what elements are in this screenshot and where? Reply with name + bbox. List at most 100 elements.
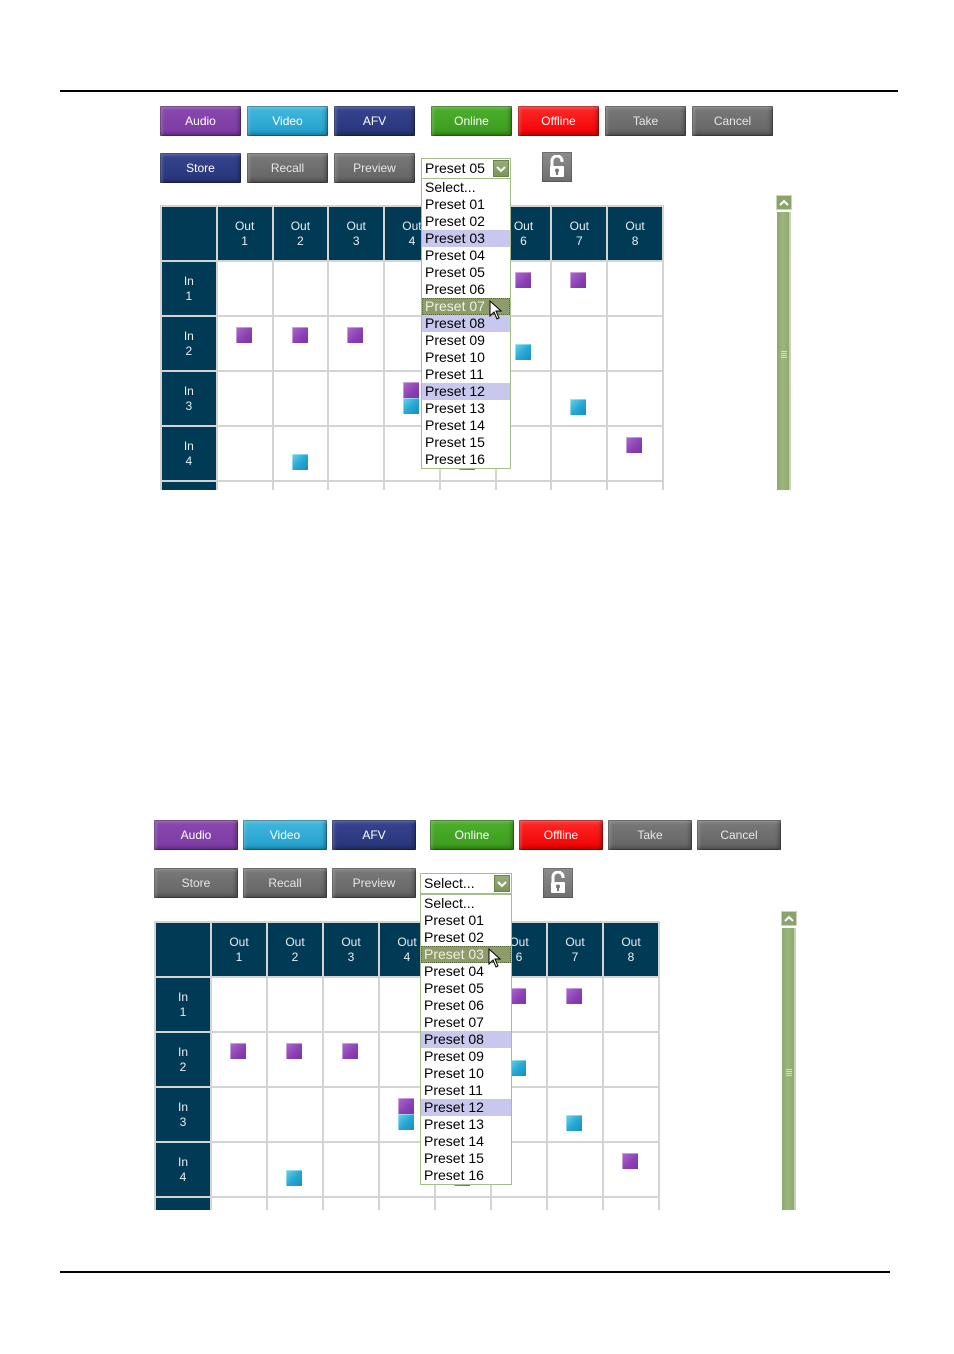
- preset-option[interactable]: Preset 04: [422, 247, 510, 264]
- crosspoint-cell[interactable]: [210, 976, 268, 1033]
- scroll-thumb[interactable]: [782, 928, 796, 1210]
- preset-option[interactable]: Preset 10: [422, 349, 510, 366]
- preset-option[interactable]: Preset 03: [422, 230, 510, 247]
- crosspoint-cell[interactable]: [266, 1141, 324, 1198]
- input-header[interactable]: In 4: [160, 425, 218, 482]
- chevron-down-icon[interactable]: [493, 160, 509, 177]
- preset-option[interactable]: Preset 14: [422, 417, 510, 434]
- crosspoint-cell[interactable]: [322, 1141, 380, 1198]
- crosspoint-cell[interactable]: [606, 480, 664, 490]
- afv-button[interactable]: AFV: [332, 820, 416, 850]
- crosspoint-cell[interactable]: [602, 1196, 660, 1210]
- crosspoint-cell[interactable]: [210, 1031, 268, 1088]
- input-header[interactable]: [154, 1196, 212, 1210]
- crosspoint-cell[interactable]: [215, 260, 274, 317]
- preset-option[interactable]: Preset 02: [422, 213, 510, 230]
- crosspoint-cell[interactable]: [210, 1196, 268, 1210]
- crosspoint-cell[interactable]: [266, 1196, 324, 1210]
- crosspoint-cell[interactable]: [546, 1086, 604, 1143]
- crosspoint-cell[interactable]: [266, 976, 324, 1033]
- cancel-button[interactable]: Cancel: [692, 106, 773, 136]
- preset-option[interactable]: Select...: [422, 179, 510, 196]
- crosspoint-cell[interactable]: [550, 425, 609, 482]
- crosspoint-cell[interactable]: [602, 1086, 660, 1143]
- store-button[interactable]: Store: [154, 868, 238, 898]
- crosspoint-cell[interactable]: [327, 315, 386, 372]
- output-header[interactable]: Out 3: [322, 921, 380, 978]
- preset-option[interactable]: Preset 13: [422, 400, 510, 417]
- crosspoint-cell[interactable]: [438, 480, 497, 490]
- crosspoint-cell[interactable]: [550, 480, 609, 490]
- online-button[interactable]: Online: [431, 106, 512, 136]
- input-header[interactable]: In 4: [154, 1141, 212, 1198]
- offline-button[interactable]: Offline: [519, 820, 603, 850]
- output-header[interactable]: Out 8: [606, 205, 664, 262]
- crosspoint-cell[interactable]: [266, 1086, 324, 1143]
- crosspoint-cell[interactable]: [215, 425, 274, 482]
- offline-button[interactable]: Offline: [518, 106, 599, 136]
- crosspoint-cell[interactable]: [602, 1141, 660, 1198]
- preset-option[interactable]: Preset 07: [421, 1014, 511, 1031]
- input-header[interactable]: In 2: [154, 1031, 212, 1088]
- input-header[interactable]: [160, 480, 218, 490]
- crosspoint-cell[interactable]: [271, 425, 330, 482]
- scroll-thumb[interactable]: [777, 212, 791, 490]
- crosspoint-cell[interactable]: [490, 1196, 548, 1210]
- crosspoint-cell[interactable]: [271, 370, 330, 427]
- crosspoint-cell[interactable]: [215, 480, 274, 490]
- crosspoint-cell[interactable]: [434, 1196, 492, 1210]
- afv-button[interactable]: AFV: [334, 106, 415, 136]
- recall-button[interactable]: Recall: [243, 868, 327, 898]
- crosspoint-cell[interactable]: [550, 370, 609, 427]
- scroll-up-arrow-icon[interactable]: [776, 195, 792, 210]
- crosspoint-cell[interactable]: [322, 1086, 380, 1143]
- output-header[interactable]: Out 1: [210, 921, 268, 978]
- unlocked-padlock-icon[interactable]: [543, 868, 573, 898]
- online-button[interactable]: Online: [430, 820, 514, 850]
- take-button[interactable]: Take: [605, 106, 686, 136]
- crosspoint-cell[interactable]: [271, 260, 330, 317]
- preset-option[interactable]: Preset 13: [421, 1116, 511, 1133]
- crosspoint-cell[interactable]: [602, 976, 660, 1033]
- preset-select[interactable]: Select...: [420, 873, 512, 894]
- crosspoint-cell[interactable]: [378, 1196, 436, 1210]
- crosspoint-cell[interactable]: [327, 480, 386, 490]
- preset-option[interactable]: Select...: [421, 895, 511, 912]
- crosspoint-cell[interactable]: [327, 425, 386, 482]
- crosspoint-cell[interactable]: [210, 1086, 268, 1143]
- preset-option[interactable]: Preset 15: [422, 434, 510, 451]
- input-header[interactable]: In 3: [154, 1086, 212, 1143]
- crosspoint-cell[interactable]: [322, 1031, 380, 1088]
- output-header[interactable]: Out 7: [546, 921, 604, 978]
- crosspoint-cell[interactable]: [546, 1141, 604, 1198]
- preset-option[interactable]: Preset 02: [421, 929, 511, 946]
- crosspoint-cell[interactable]: [271, 315, 330, 372]
- unlocked-padlock-icon[interactable]: [542, 152, 572, 182]
- preset-option[interactable]: Preset 08: [422, 315, 510, 332]
- crosspoint-cell[interactable]: [550, 315, 609, 372]
- crosspoint-cell[interactable]: [494, 480, 553, 490]
- preset-option[interactable]: Preset 12: [421, 1099, 511, 1116]
- chevron-down-icon[interactable]: [494, 875, 510, 892]
- audio-button[interactable]: Audio: [154, 820, 238, 850]
- crosspoint-cell[interactable]: [383, 480, 441, 490]
- crosspoint-cell[interactable]: [606, 370, 664, 427]
- crosspoint-cell[interactable]: [327, 260, 386, 317]
- output-header[interactable]: Out 8: [602, 921, 660, 978]
- recall-button[interactable]: Recall: [247, 153, 328, 183]
- preset-option[interactable]: Preset 06: [421, 997, 511, 1014]
- crosspoint-cell[interactable]: [602, 1031, 660, 1088]
- crosspoint-cell[interactable]: [606, 425, 664, 482]
- crosspoint-cell[interactable]: [322, 976, 380, 1033]
- input-header[interactable]: In 3: [160, 370, 218, 427]
- preset-option[interactable]: Preset 08: [421, 1031, 511, 1048]
- output-header[interactable]: Out 3: [327, 205, 386, 262]
- preset-option[interactable]: Preset 14: [421, 1133, 511, 1150]
- preset-option[interactable]: Preset 11: [421, 1082, 511, 1099]
- crosspoint-cell[interactable]: [266, 1031, 324, 1088]
- input-header[interactable]: In 1: [154, 976, 212, 1033]
- input-header[interactable]: In 2: [160, 315, 218, 372]
- preset-select[interactable]: Preset 05: [421, 158, 511, 179]
- preset-option[interactable]: Preset 01: [421, 912, 511, 929]
- preset-option[interactable]: Preset 16: [422, 451, 510, 468]
